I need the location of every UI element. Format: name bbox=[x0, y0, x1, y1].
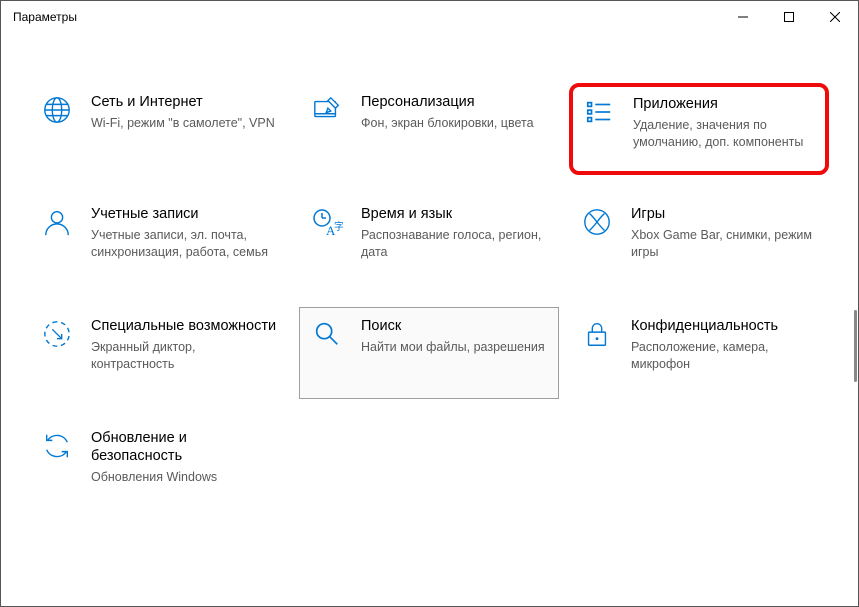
tile-title: Специальные возможности bbox=[91, 317, 281, 335]
svg-text:字: 字 bbox=[334, 220, 343, 233]
tile-title: Сеть и Интернет bbox=[91, 93, 281, 111]
tile-title: Игры bbox=[631, 205, 821, 223]
globe-icon bbox=[37, 93, 77, 165]
tile-subtitle: Wi-Fi, режим "в самолете", VPN bbox=[91, 115, 281, 132]
window-title: Параметры bbox=[13, 10, 77, 24]
tile-accounts[interactable]: Учетные записи Учетные записи, эл. почта… bbox=[29, 195, 289, 287]
ease-of-access-icon bbox=[37, 317, 77, 389]
scrollbar[interactable] bbox=[854, 34, 857, 605]
tile-time-language[interactable]: A 字 Время и язык Распознавание голоса, р… bbox=[299, 195, 559, 287]
tile-title: Обновление и безопасность bbox=[91, 429, 281, 465]
minimize-button[interactable] bbox=[720, 1, 766, 33]
xbox-icon bbox=[577, 205, 617, 277]
scrollbar-thumb[interactable] bbox=[854, 310, 857, 382]
refresh-icon bbox=[37, 429, 77, 501]
tile-subtitle: Xbox Game Bar, снимки, режим игры bbox=[631, 227, 821, 261]
lock-icon bbox=[577, 317, 617, 389]
tile-subtitle: Фон, экран блокировки, цвета bbox=[361, 115, 551, 132]
clock-language-icon: A 字 bbox=[307, 205, 347, 277]
list-icon bbox=[579, 95, 619, 163]
tile-network[interactable]: Сеть и Интернет Wi-Fi, режим "в самолете… bbox=[29, 83, 289, 175]
tile-title: Конфиденциальность bbox=[631, 317, 821, 335]
tile-title: Время и язык bbox=[361, 205, 551, 223]
tile-subtitle: Расположение, камера, микрофон bbox=[631, 339, 821, 373]
person-icon bbox=[37, 205, 77, 277]
window-controls bbox=[720, 1, 858, 33]
tile-subtitle: Найти мои файлы, разрешения bbox=[361, 339, 551, 356]
tile-title: Приложения bbox=[633, 95, 821, 113]
paintbrush-icon bbox=[307, 93, 347, 165]
tile-ease-of-access[interactable]: Специальные возможности Экранный диктор,… bbox=[29, 307, 289, 399]
tile-subtitle: Обновления Windows bbox=[91, 469, 281, 486]
tile-title: Персонализация bbox=[361, 93, 551, 111]
search-icon bbox=[307, 317, 347, 389]
tile-subtitle: Удаление, значения по умолчанию, доп. ко… bbox=[633, 117, 821, 151]
tile-subtitle: Распознавание голоса, регион, дата bbox=[361, 227, 551, 261]
tile-privacy[interactable]: Конфиденциальность Расположение, камера,… bbox=[569, 307, 829, 399]
tile-title: Поиск bbox=[361, 317, 551, 335]
tile-subtitle: Учетные записи, эл. почта, синхронизация… bbox=[91, 227, 281, 261]
tile-personalization[interactable]: Персонализация Фон, экран блокировки, цв… bbox=[299, 83, 559, 175]
close-button[interactable] bbox=[812, 1, 858, 33]
tile-search[interactable]: Поиск Найти мои файлы, разрешения bbox=[299, 307, 559, 399]
tile-apps[interactable]: Приложения Удаление, значения по умолчан… bbox=[569, 83, 829, 175]
tile-gaming[interactable]: Игры Xbox Game Bar, снимки, режим игры bbox=[569, 195, 829, 287]
maximize-button[interactable] bbox=[766, 1, 812, 33]
tile-subtitle: Экранный диктор, контрастность bbox=[91, 339, 281, 373]
tile-title: Учетные записи bbox=[91, 205, 281, 223]
tile-update-security[interactable]: Обновление и безопасность Обновления Win… bbox=[29, 419, 289, 511]
